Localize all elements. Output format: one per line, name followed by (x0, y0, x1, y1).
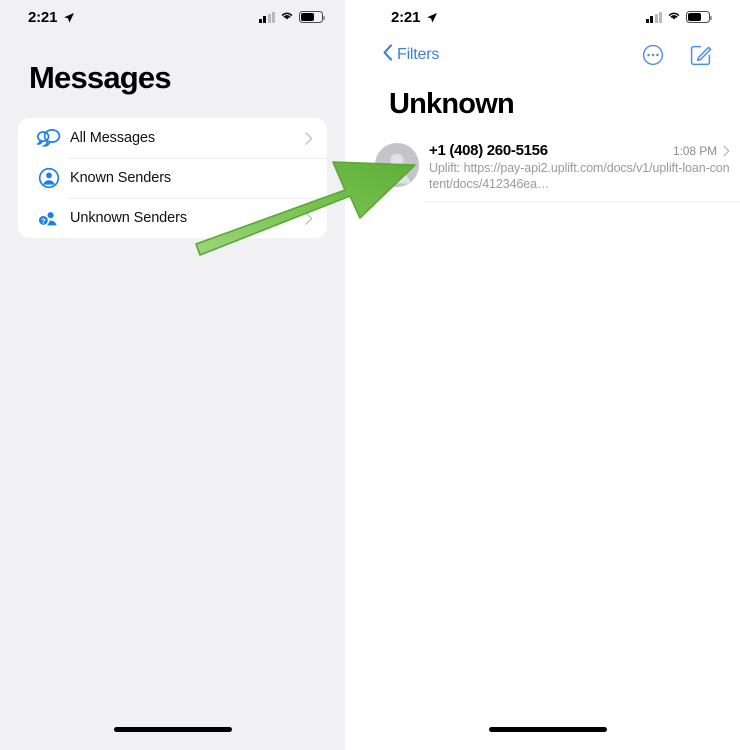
person-circle-icon (36, 165, 62, 191)
screen-divider (345, 0, 355, 750)
svg-text:?: ? (41, 216, 46, 225)
navigation-bar: Filters (355, 34, 740, 68)
conversation-header: +1 (408) 260-5156 1:08 PM (429, 142, 730, 159)
home-indicator (488, 727, 607, 732)
home-indicator (113, 727, 232, 732)
sidebar-item-label: Known Senders (70, 170, 172, 186)
location-arrow-icon (63, 11, 75, 23)
compose-icon[interactable] (690, 44, 712, 66)
person-question-icon: ? (36, 205, 62, 231)
sidebar-item-label: All Messages (70, 130, 156, 146)
person-avatar-icon (375, 143, 419, 187)
back-to-filters-button[interactable]: Filters (383, 44, 439, 66)
filters-card: All Messages Known Senders ? Unknown Sen… (18, 118, 327, 238)
status-left-group: 2:21 (28, 9, 75, 26)
page-title: Unknown (389, 88, 515, 120)
nav-action-group (642, 44, 712, 66)
chevron-right-icon (305, 211, 313, 225)
status-right-group (258, 8, 325, 26)
sidebar-item-unknown-senders[interactable]: ? Unknown Senders (18, 198, 327, 238)
chevron-left-icon (383, 44, 393, 66)
cellular-signal-icon (645, 11, 662, 23)
page-title: Messages (29, 60, 172, 95)
conversation-list: +1 (408) 260-5156 1:08 PM Uplift: https:… (355, 133, 740, 202)
cellular-signal-icon (258, 11, 275, 23)
more-circle-icon[interactable] (642, 44, 664, 66)
location-arrow-icon (426, 11, 438, 23)
conversation-body: +1 (408) 260-5156 1:08 PM Uplift: https:… (429, 139, 730, 192)
status-right-group (645, 8, 712, 26)
list-item[interactable]: +1 (408) 260-5156 1:08 PM Uplift: https:… (355, 133, 740, 202)
status-bar-time: 2:21 (391, 8, 421, 26)
left-phone-screen: 2:21 Messages All Messages Known Senders… (0, 0, 345, 750)
message-timestamp: 1:08 PM (673, 144, 717, 158)
chat-bubbles-icon (36, 125, 62, 151)
back-button-label: Filters (397, 46, 440, 63)
battery-icon (299, 11, 325, 23)
wifi-icon (667, 8, 681, 26)
sender-name: +1 (408) 260-5156 (429, 142, 548, 159)
left-status-bar: 2:21 (0, 0, 345, 34)
right-status-bar: 2:21 (355, 0, 740, 34)
chevron-right-icon (305, 131, 313, 145)
chevron-right-icon (723, 145, 730, 157)
conversation-meta: 1:08 PM (665, 144, 730, 158)
sidebar-item-all-messages[interactable]: All Messages (18, 118, 327, 158)
right-phone-screen: 2:21 Filters Unknown +1 (408) 260-5156 1… (355, 0, 740, 750)
battery-icon (686, 11, 712, 23)
status-bar-time: 2:21 (28, 8, 58, 26)
message-preview: Uplift: https://pay-api2.uplift.com/docs… (429, 161, 730, 191)
status-left-group: 2:21 (391, 9, 438, 26)
sidebar-item-known-senders[interactable]: Known Senders (18, 158, 327, 198)
wifi-icon (280, 8, 294, 26)
dual-screenshot-container: 2:21 Messages All Messages Known Senders… (0, 0, 740, 750)
sidebar-item-label: Unknown Senders (70, 210, 187, 226)
